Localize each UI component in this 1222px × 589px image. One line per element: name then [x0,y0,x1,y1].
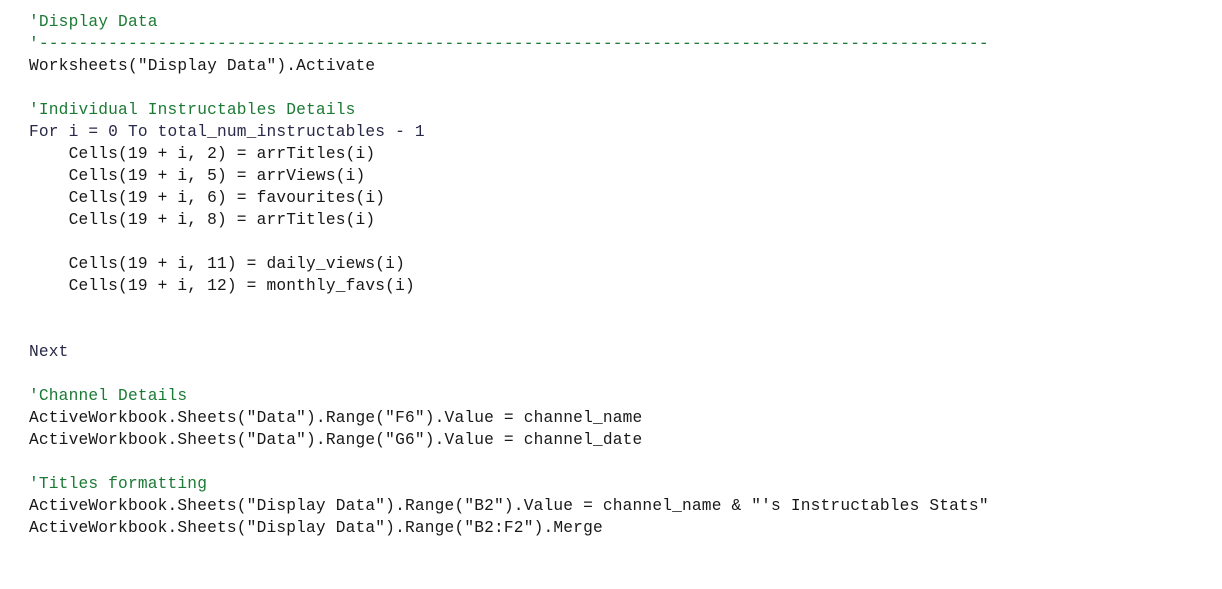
code-line: Worksheets("Display Data").Activate [0,55,1222,77]
code-token-code: Cells(19 + i, 5) = arrViews(i) [29,167,366,185]
code-listing: 'Display Data '--------------------------… [0,0,1222,589]
code-line: ActiveWorkbook.Sheets("Display Data").Ra… [0,517,1222,539]
code-line: Next [0,341,1222,363]
code-token-comment: 'Titles formatting [29,475,208,493]
code-line: '---------------------------------------… [0,33,1222,55]
code-token-code: ActiveWorkbook.Sheets("Data").Range("F6"… [29,409,643,427]
code-line: 'Individual Instructables Details [0,99,1222,121]
code-line: Cells(19 + i, 6) = favourites(i) [0,187,1222,209]
code-token-comment: 'Individual Instructables Details [29,101,356,119]
code-token-keyword: Next [29,343,69,361]
code-token-code: Cells(19 + i, 6) = favourites(i) [29,189,386,207]
code-line: For i = 0 To total_num_instructables - 1 [0,121,1222,143]
code-line: Cells(19 + i, 5) = arrViews(i) [0,165,1222,187]
code-token-keyword: For i = 0 To total_num_instructables - 1 [29,123,425,141]
code-line: 'Titles formatting [0,473,1222,495]
code-line: Cells(19 + i, 8) = arrTitles(i) [0,209,1222,231]
code-token-code: Worksheets("Display Data").Activate [29,57,376,75]
code-line: 'Display Data [0,11,1222,33]
code-token-code: ActiveWorkbook.Sheets("Display Data").Ra… [29,519,603,537]
code-token-code: Cells(19 + i, 2) = arrTitles(i) [29,145,376,163]
code-line: 'Channel Details [0,385,1222,407]
code-line: ActiveWorkbook.Sheets("Display Data").Ra… [0,495,1222,517]
code-token-code: Cells(19 + i, 12) = monthly_favs(i) [29,277,415,295]
code-token-code: Cells(19 + i, 8) = arrTitles(i) [29,211,376,229]
code-token-code: ActiveWorkbook.Sheets("Display Data").Ra… [29,497,989,515]
code-token-code: ActiveWorkbook.Sheets("Data").Range("G6"… [29,431,643,449]
code-line: ActiveWorkbook.Sheets("Data").Range("F6"… [0,407,1222,429]
code-token-code: Cells(19 + i, 11) = daily_views(i) [29,255,405,273]
code-token-comment: 'Channel Details [29,387,188,405]
code-line: Cells(19 + i, 12) = monthly_favs(i) [0,275,1222,297]
code-line: ActiveWorkbook.Sheets("Data").Range("G6"… [0,429,1222,451]
code-line: Cells(19 + i, 2) = arrTitles(i) [0,143,1222,165]
code-token-comment: '---------------------------------------… [29,35,989,53]
code-line: Cells(19 + i, 11) = daily_views(i) [0,253,1222,275]
code-token-comment: 'Display Data [29,13,158,31]
